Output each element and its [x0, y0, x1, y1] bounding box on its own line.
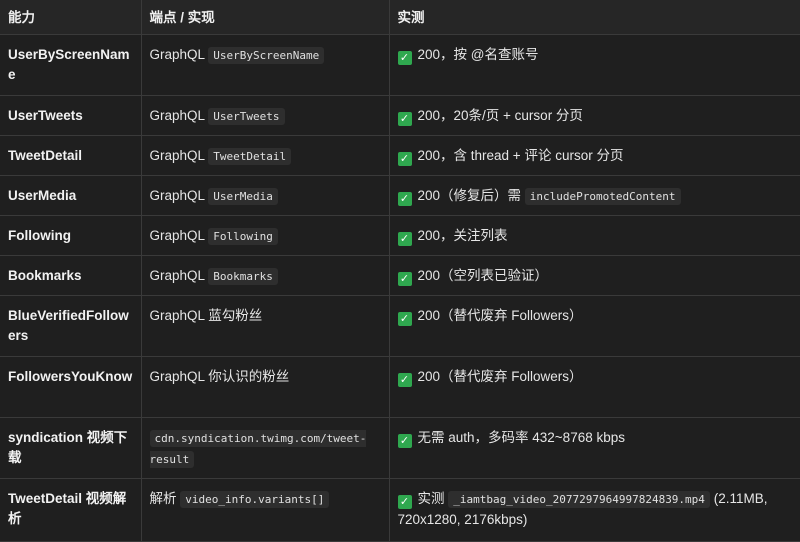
capability-cell: Bookmarks [0, 255, 142, 296]
table-row: Bookmarks GraphQL Bookmarks ✓ 200（空列表已验证） [0, 255, 800, 296]
capability-cell: BlueVerifiedFollowers [0, 295, 142, 357]
result-cell: ✓ 200，关注列表 [388, 215, 800, 256]
endpoint-cell: GraphQL 蓝勾粉丝 [140, 295, 390, 357]
endpoint-text: GraphQL [149, 148, 205, 163]
endpoint-cell: GraphQL 你认识的粉丝 [140, 356, 390, 418]
endpoint-cell: GraphQL TweetDetail [140, 135, 390, 176]
header-endpoint: 端点 / 实现 [140, 0, 390, 35]
result-text: 200，按 @名查账号 [417, 47, 539, 62]
result-cell: ✓ 200，20条/页 + cursor 分页 [388, 95, 800, 136]
result-code: includePromotedContent [524, 188, 681, 205]
check-icon: ✓ [397, 495, 412, 509]
endpoint-text: GraphQL 蓝勾粉丝 [149, 308, 263, 323]
result-cell: ✓ 200（替代废弃 Followers） [388, 295, 800, 357]
endpoint-code: UserByScreenName [208, 47, 325, 64]
result-code: _iamtbag_video_2077297964997824839.mp4 [448, 491, 710, 508]
table-row: FollowersYouKnow GraphQL 你认识的粉丝 ✓ 200（替代废弃 … [0, 356, 800, 418]
result-cell: ✓ 200（空列表已验证） [388, 255, 800, 296]
result-text: 实测 [417, 491, 445, 506]
result-cell: ✓ 无需 auth，多码率 432~8768 kbps [388, 417, 800, 479]
table-row: Following GraphQL Following ✓ 200，关注列表 [0, 215, 800, 256]
check-icon: ✓ [397, 232, 412, 246]
capability-cell: TweetDetail [0, 135, 142, 176]
endpoint-cell: GraphQL Following [140, 215, 390, 256]
result-text: 200（替代废弃 Followers） [417, 308, 583, 323]
table-row: UserMedia GraphQL UserMedia ✓ 200（修复后）需 inc… [0, 175, 800, 216]
check-icon: ✓ [397, 51, 412, 65]
endpoint-cell: cdn.syndication.twimg.com/tweet-result [140, 417, 390, 479]
capability-cell: UserMedia [0, 175, 142, 216]
endpoint-text: GraphQL [149, 47, 205, 62]
table-row: UserByScreenName GraphQL UserByScreenName… [0, 34, 800, 96]
endpoint-cell: GraphQL UserTweets [140, 95, 390, 136]
check-icon: ✓ [397, 312, 412, 326]
check-icon: ✓ [397, 152, 412, 166]
result-text: 200（替代废弃 Followers） [417, 369, 583, 384]
endpoint-code: UserTweets [208, 108, 285, 125]
capability-cell: TweetDetail 视频解析 [0, 478, 142, 542]
check-icon: ✓ [397, 112, 412, 126]
endpoint-text: 解析 [149, 491, 177, 506]
check-icon: ✓ [397, 434, 412, 448]
capability-cell: Following [0, 215, 142, 256]
endpoint-code: Following [208, 228, 278, 245]
check-icon: ✓ [397, 373, 412, 387]
result-text: 200，含 thread + 评论 cursor 分页 [417, 148, 624, 163]
header-capability: 能力 [0, 0, 142, 35]
table-row: BlueVerifiedFollowers GraphQL 蓝勾粉丝 ✓ 200（替代… [0, 295, 800, 357]
endpoint-text: GraphQL 你认识的粉丝 [149, 369, 290, 384]
endpoint-code: UserMedia [208, 188, 278, 205]
capability-cell: syndication 视频下载 [0, 417, 142, 479]
endpoint-text: GraphQL [149, 268, 205, 283]
endpoint-code: TweetDetail [208, 148, 292, 165]
endpoint-text: GraphQL [149, 188, 205, 203]
result-cell: ✓ 200（修复后）需 includePromotedContent [388, 175, 800, 216]
endpoint-text: GraphQL [149, 228, 205, 243]
endpoint-code: cdn.syndication.twimg.com/tweet-result [149, 430, 367, 468]
header-result: 实测 [388, 0, 800, 35]
result-text: 200，关注列表 [417, 228, 508, 243]
table-row: UserTweets GraphQL UserTweets ✓ 200，20条/页 +… [0, 95, 800, 136]
endpoint-cell: 解析 video_info.variants[] [140, 478, 390, 542]
capability-cell: UserByScreenName [0, 34, 142, 96]
result-cell: ✓ 实测 _iamtbag_video_2077297964997824839.m… [388, 478, 800, 542]
endpoint-cell: GraphQL UserMedia [140, 175, 390, 216]
endpoint-text: GraphQL [149, 108, 205, 123]
result-cell: ✓ 200（替代废弃 Followers） [388, 356, 800, 418]
endpoint-code: video_info.variants[] [180, 491, 330, 508]
endpoint-code: Bookmarks [208, 268, 278, 285]
check-icon: ✓ [397, 192, 412, 206]
table-header-row: 能力 端点 / 实现 实测 [0, 0, 800, 35]
result-text: 无需 auth，多码率 432~8768 kbps [417, 430, 625, 445]
result-cell: ✓ 200，按 @名查账号 [388, 34, 800, 96]
result-cell: ✓ 200，含 thread + 评论 cursor 分页 [388, 135, 800, 176]
table-row: TweetDetail 视频解析 解析 video_info.variants[]… [0, 478, 800, 542]
capability-cell: FollowersYouKnow [0, 356, 142, 418]
check-icon: ✓ [397, 272, 412, 286]
capability-table: 能力 端点 / 实现 实测 UserByScreenName GraphQL Us… [0, 0, 800, 542]
result-text: 200，20条/页 + cursor 分页 [417, 108, 583, 123]
endpoint-cell: GraphQL UserByScreenName [140, 34, 390, 96]
result-text: 200（修复后）需 [417, 188, 522, 203]
result-text: 200（空列表已验证） [417, 268, 549, 283]
endpoint-cell: GraphQL Bookmarks [140, 255, 390, 296]
table-row: syndication 视频下载 cdn.syndication.twimg.co… [0, 417, 800, 479]
table-row: TweetDetail GraphQL TweetDetail ✓ 200，含 thr… [0, 135, 800, 176]
capability-cell: UserTweets [0, 95, 142, 136]
